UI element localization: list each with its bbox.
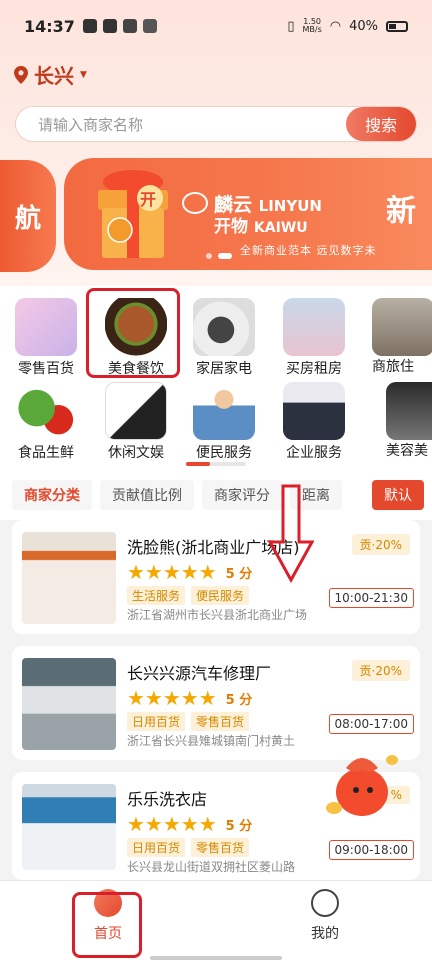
- merchant-photo: [22, 784, 116, 870]
- retail-icon: [15, 298, 77, 356]
- photo-icon: [82, 19, 97, 33]
- lucky-bag-float-icon[interactable]: [320, 740, 402, 822]
- category-home-appliances[interactable]: 家居家电: [180, 298, 268, 378]
- business-icon: [283, 382, 345, 440]
- profile-face-icon: [311, 889, 339, 917]
- search-bar: 请输入商家名称 搜索: [15, 106, 417, 142]
- beauty-icon: [386, 382, 432, 440]
- merchant-photo: [22, 658, 116, 750]
- category-real-estate[interactable]: 买房租房: [270, 298, 358, 378]
- merchant-tags: 日用百货 零售百货: [127, 712, 250, 731]
- merchant-rating: ★★★★★ 5 分: [127, 686, 253, 710]
- battery-icon: [386, 20, 408, 32]
- notification-icons: [82, 19, 157, 33]
- search-button[interactable]: 搜索: [346, 107, 416, 141]
- contribution-badge: 贡·20%: [351, 660, 410, 681]
- category-beauty[interactable]: 美容美: [358, 382, 432, 460]
- mail-icon: [102, 19, 117, 33]
- city-name: 长兴: [34, 64, 74, 88]
- category-convenience-services[interactable]: 便民服务: [180, 382, 268, 462]
- location-selector[interactable]: 长兴 ▼: [14, 60, 87, 89]
- category-fresh-food[interactable]: 食品生鲜: [2, 382, 90, 462]
- merchant-address: 浙江省长兴县雉城镇南门村黄土: [127, 734, 296, 748]
- chevron-down-icon: ▼: [80, 69, 87, 80]
- category-business-travel[interactable]: 商旅住: [358, 298, 432, 376]
- merchant-name: 乐乐洗衣店: [127, 790, 208, 809]
- filter-contribution[interactable]: 贡献值比例: [100, 480, 194, 510]
- brand-logo-icon: [182, 192, 208, 214]
- merchant-card[interactable]: 洗脸熊(浙北商业广场店) ★★★★★ 5 分 生活服务 便民服务 浙江省湖州市长兴…: [12, 520, 420, 634]
- filter-bar: 商家分类 贡献值比例 商家评分 距离 默认: [0, 470, 432, 520]
- app-icon: [142, 19, 157, 33]
- tab-me[interactable]: 我的: [285, 889, 365, 943]
- merchant-address: 浙江省湖州市长兴县浙北商业广场: [127, 608, 308, 622]
- business-hours: 09:00-18:00: [328, 840, 414, 860]
- merchant-address: 长兴县龙山街道双拥社区菱山路: [127, 860, 296, 874]
- merchant-photo: [22, 532, 116, 624]
- status-time: 14:37: [24, 16, 75, 36]
- buildings-icon: [283, 298, 345, 356]
- category-enterprise-services[interactable]: 企业服务: [270, 382, 358, 462]
- merchant-tags: 生活服务 便民服务: [127, 586, 250, 605]
- crown-icon: [122, 19, 137, 33]
- filter-default[interactable]: 默认: [372, 480, 424, 510]
- gift-box-icon: [98, 170, 168, 258]
- highlight-box-food-category: [86, 288, 180, 378]
- status-bar: 14:37 ▯ 1.50 MB/s ◠ 40%: [0, 0, 432, 52]
- search-input[interactable]: 请输入商家名称: [16, 114, 346, 135]
- merchant-tags: 日用百货 零售百货: [127, 838, 250, 857]
- hotel-icon: [372, 298, 432, 356]
- cards-icon: [105, 382, 167, 440]
- category-grid: 零售百货 美食餐饮 家居家电 买房租房 商旅住 食品生鲜 休闲文娱 便民服务 企…: [0, 286, 432, 470]
- merchant-name: 长兴兴源汽车修理厂: [127, 664, 272, 683]
- merchant-rating: ★★★★★ 5 分: [127, 560, 253, 584]
- merchant-rating: ★★★★★ 5 分: [127, 812, 253, 836]
- network-speed: 1.50 MB/s: [302, 17, 322, 34]
- location-pin-icon: [14, 65, 28, 84]
- vibrate-icon: ▯: [287, 18, 295, 34]
- banner-pagination: [206, 253, 232, 259]
- gift-coin-label: 开: [140, 190, 157, 209]
- battery-text: 40%: [349, 18, 378, 34]
- category-retail[interactable]: 零售百货: [2, 298, 90, 378]
- filter-merchant-category[interactable]: 商家分类: [12, 480, 92, 510]
- category-scroll-indicator: [186, 462, 246, 466]
- business-hours: 08:00-17:00: [328, 714, 414, 734]
- bottom-tab-bar: 首页 我的: [0, 880, 432, 964]
- category-entertainment[interactable]: 休闲文娱: [92, 382, 180, 462]
- highlight-box-home-tab: [72, 892, 142, 958]
- home-indicator: [150, 956, 282, 960]
- banner-big-text: 新: [386, 194, 416, 229]
- banner-slogan: 全新商业范本 远见数字未: [240, 244, 377, 257]
- worker-icon: [193, 382, 255, 440]
- down-arrow-annotation-icon: [268, 484, 314, 584]
- banner-previous-slide[interactable]: 航: [0, 160, 56, 272]
- business-hours: 10:00-21:30: [328, 588, 414, 608]
- promo-banner[interactable]: 开 麟云 LINYUN 开物 KAIWU 全新商业范本 远见数字未 新: [64, 158, 432, 270]
- vegetables-icon: [15, 382, 77, 440]
- contribution-badge: 贡·20%: [351, 534, 410, 555]
- wifi-icon: ◠: [329, 18, 342, 34]
- washer-icon: [193, 298, 255, 356]
- brand-cn2: 开物 KAIWU: [214, 217, 308, 237]
